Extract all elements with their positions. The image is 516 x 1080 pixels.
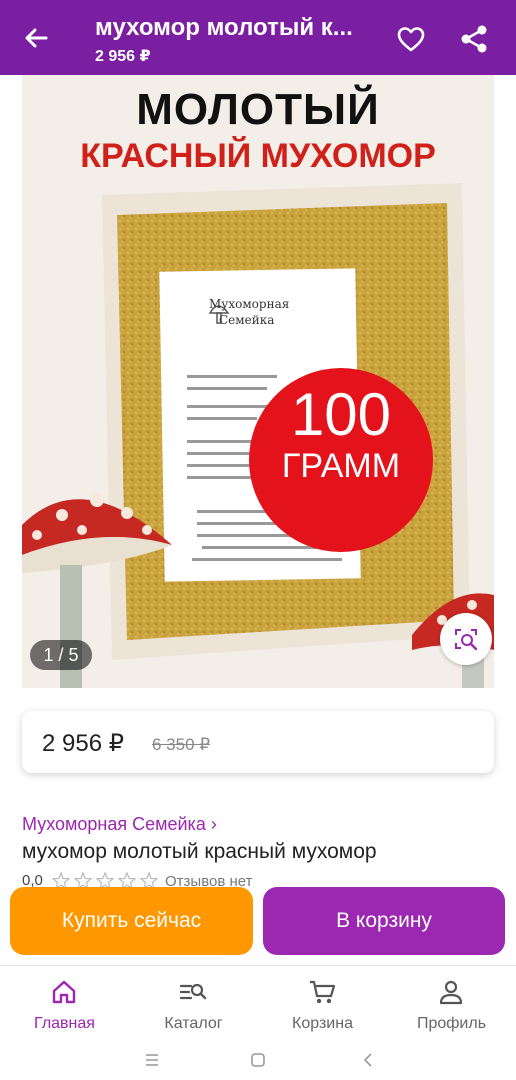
gallery-counter: 1 / 5 xyxy=(30,640,92,670)
home-circle-icon[interactable] xyxy=(249,1050,267,1070)
header-price: 2 956 ₽ xyxy=(95,48,151,65)
image-headline-line1: МОЛОТЫЙ xyxy=(136,85,380,134)
bottom-navigation: Главная Каталог Корзина Профиль xyxy=(0,965,516,1040)
system-navigation-bar xyxy=(0,1040,516,1080)
product-image-gallery[interactable]: МОЛОТЫЙ КРАСНЫЙ МУХОМОР Мухоморная Семей… xyxy=(22,75,494,688)
image-headline-line2: КРАСНЫЙ МУХОМОР xyxy=(80,137,436,175)
top-app-bar: мухомор молотый к... 2 956 ₽ xyxy=(0,0,516,75)
home-icon xyxy=(52,980,76,1004)
current-price: 2 956 ₽ xyxy=(42,730,124,757)
badge-number: 100 xyxy=(290,381,392,448)
nav-cart-label: Корзина xyxy=(292,1015,353,1032)
seller-link[interactable]: Мухоморная Семейка › xyxy=(22,814,217,835)
price-card: 2 956 ₽ 6 350 ₽ xyxy=(22,711,494,773)
nav-profile-label: Профиль xyxy=(416,1015,487,1032)
cart-icon xyxy=(310,980,336,1004)
profile-icon xyxy=(439,980,463,1005)
buy-now-button[interactable]: Купить сейчас xyxy=(10,887,253,955)
heart-icon[interactable] xyxy=(396,24,426,54)
badge-unit: ГРАММ xyxy=(281,447,401,485)
label-brand-line2: Семейка xyxy=(219,313,275,327)
product-name: мухомор молотый красный мухомор xyxy=(22,840,377,863)
nav-home[interactable]: Главная xyxy=(0,966,129,1041)
add-to-cart-button[interactable]: В корзину xyxy=(263,887,505,955)
share-icon[interactable] xyxy=(458,23,490,55)
nav-profile[interactable]: Профиль xyxy=(387,966,516,1041)
back-chevron-icon[interactable] xyxy=(359,1050,377,1070)
image-search-icon xyxy=(455,629,478,651)
nav-catalog[interactable]: Каталог xyxy=(129,966,258,1041)
page-title: мухомор молотый к... xyxy=(95,14,353,41)
catalog-search-icon xyxy=(179,983,207,1000)
nav-cart[interactable]: Корзина xyxy=(258,966,387,1041)
recent-apps-icon[interactable] xyxy=(143,1050,161,1070)
old-price: 6 350 ₽ xyxy=(152,735,211,754)
label-brand-line1: Мухоморная xyxy=(209,297,290,311)
nav-home-label: Главная xyxy=(34,1015,95,1032)
nav-catalog-label: Каталог xyxy=(164,1015,223,1032)
image-search-button[interactable] xyxy=(440,613,492,665)
arrow-left-icon[interactable] xyxy=(20,22,52,54)
